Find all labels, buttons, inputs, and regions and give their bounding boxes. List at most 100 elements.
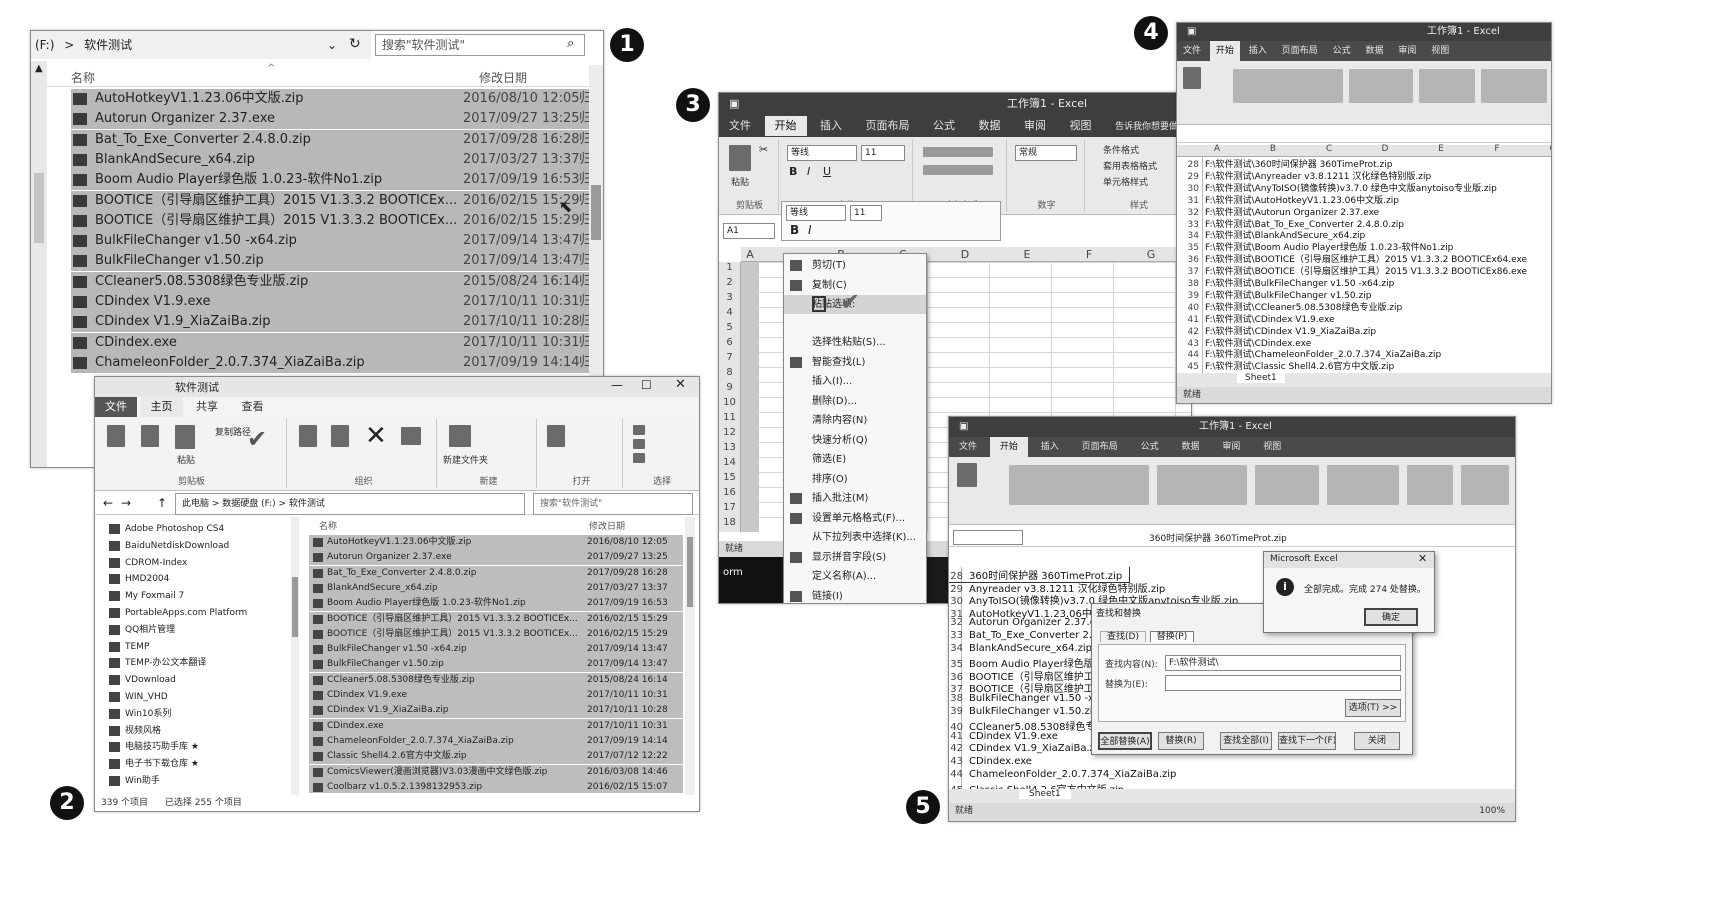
save-icon[interactable]: ▣ [959,421,968,432]
nav-scroll-thumb[interactable] [34,173,44,243]
file-row[interactable]: ChameleonFolder_2.0.7.374_XiaZaiBa.zip 20… [309,733,683,749]
file-row[interactable]: CDindex V1.9_XiaZaiBa.zip 2017/10/11 10:2… [309,703,683,719]
file-row[interactable]: CDindex V1.9_XiaZaiBa.zip 2017/10/11 10:2… [71,312,591,333]
column-header[interactable]: F [1487,144,1507,154]
file-row[interactable]: BOOTICE（引导扇区维护工具）2015 V1.3.3.2 BOOTICEx.… [309,626,683,642]
tab-view[interactable]: 视图 [1425,41,1455,61]
row-header[interactable]: 17 [719,502,740,513]
row-header[interactable]: 3 [719,292,740,303]
column-header[interactable]: D [1375,144,1395,154]
context-menu-item[interactable]: 定义名称(A)... [784,567,926,586]
row-header[interactable]: 7 [719,352,740,363]
file-row[interactable]: ComicsViewer(漫画浏览器)V3.03漫画中文绿色版.zip 2016/… [309,764,683,780]
row-header[interactable]: 13 [719,442,740,453]
file-row[interactable]: CDindex.exe 2017/10/11 10:31 [309,718,683,734]
cell-area[interactable]: 28 F:\软件测试\360时间保护器 360TimeProt.zip 29 F:\软… [1177,157,1543,373]
font-controls[interactable] [1233,69,1343,103]
options-button[interactable]: 选项(T) >> [1345,699,1401,717]
nav-item[interactable]: TEMP [95,639,295,655]
column-header[interactable]: A [1207,144,1227,154]
row-header[interactable]: 5 [719,322,740,333]
paste-label[interactable]: 粘贴 [177,453,195,466]
chevron-down-icon[interactable]: ⌄ [327,38,337,52]
tab-file[interactable]: 文件 [949,437,987,457]
file-row[interactable]: BOOTICE（引导扇区维护工具）2015 V1.3.3.2 BOOTICEx.… [309,611,683,627]
nav-item[interactable]: BaiduNetdiskDownload [95,538,295,554]
tab-formulas[interactable]: 公式 [1327,41,1357,61]
selected-column[interactable] [741,262,759,532]
row-header[interactable]: 14 [719,457,740,468]
file-row[interactable]: BlankAndSecure_x64.zip 2017/03/27 13:37 归 [71,149,591,170]
context-menu-item[interactable]: 剪切(T) [784,256,926,275]
tab-home[interactable]: 开始 [764,116,807,136]
context-menu-item[interactable]: 选择性粘贴(S)... [784,333,926,352]
tab-replace[interactable]: 替换(P) [1149,631,1195,642]
nav-item[interactable]: 视频风格 [95,723,295,739]
select-all-icon[interactable] [633,425,645,435]
file-row[interactable]: Bat_To_Exe_Converter 2.4.8.0.zip 2017/09/… [71,129,591,150]
path-drive[interactable]: (F:) [35,38,54,52]
paste-icon[interactable] [1183,67,1201,89]
save-icon[interactable]: ▣ [1187,26,1196,37]
mini-bold-icon[interactable]: B [790,223,799,237]
file-row[interactable]: Classic Shell4.2.6官方中文版.zip 2017/07/12 12… [309,749,683,765]
file-row[interactable]: Coolbarz v1.0.5.2.1398132953.zip 2016/02/… [309,779,683,793]
column-header[interactable]: G [1131,248,1171,261]
cell-row[interactable]: 43 CDindex.exe [949,756,1505,767]
sheet-tab[interactable]: Sheet1 [1019,789,1071,799]
nav-item[interactable]: WIN_VHD [95,689,295,705]
tab-home[interactable]: 开始 [989,437,1028,457]
file-row[interactable]: BulkFileChanger v1.50.zip 2017/09/14 13:4… [71,251,591,272]
copy-to-icon[interactable] [331,425,349,447]
nav-item[interactable]: VDownload [95,672,295,688]
col-name-header[interactable]: 名称 [319,519,337,532]
col-date-header[interactable]: 修改日期 [479,69,527,86]
replace-input[interactable] [1165,675,1401,691]
ok-button[interactable]: 确定 [1364,608,1418,626]
nav-scrollbar[interactable] [31,61,47,467]
maximize-icon[interactable]: ☐ [641,378,652,392]
cell-row[interactable]: 45 F:\软件测试\Classic Shell4.2.6官方中文版.zip [1177,359,1543,372]
file-row[interactable]: CDindex V1.9.exe 2017/10/11 10:31 [309,688,683,703]
bold-icon[interactable]: B [789,165,797,178]
row-header[interactable]: 11 [719,412,740,423]
file-scroll-thumb[interactable] [591,185,601,240]
file-row[interactable]: BulkFileChanger v1.50 -x64.zip 2017/09/14… [309,642,683,658]
mini-font-name[interactable]: 等线 [786,205,846,221]
tab-formulas[interactable]: 公式 [923,116,965,136]
find-next-button[interactable]: 查找下一个(F) [1278,732,1336,750]
file-row[interactable]: CCleaner5.08.5308绿色专业版.zip 2015/08/24 16:… [71,271,591,292]
tab-review[interactable]: 审阅 [1212,437,1250,457]
back-icon[interactable]: ← [103,496,113,510]
file-row[interactable]: BOOTICE（引导扇区维护工具）2015 V1.3.3.2 BOOTICEx.… [71,210,591,231]
nav-item[interactable]: PortableApps.com Platform [95,605,295,621]
paste-icon[interactable] [957,463,977,487]
tab-home[interactable]: 主页 [140,397,183,417]
alignment-controls[interactable] [1157,465,1247,505]
new-folder-label[interactable]: 新建文件夹 [443,453,488,466]
delete-icon[interactable]: ✕ [365,421,387,451]
col-date-header[interactable]: 修改日期 [589,519,625,532]
nav-item[interactable]: CDROM-Index [95,555,295,571]
invert-selection-icon[interactable] [633,453,645,463]
nav-item[interactable]: Win10系列 [95,706,295,722]
row-header[interactable]: 16 [719,487,740,498]
file-row[interactable]: BOOTICE（引导扇区维护工具）2015 V1.3.3.2 BOOTICEx.… [71,190,591,211]
file-row[interactable]: Boom Audio Player绿色版 1.0.23-软件No1.zip 201… [309,596,683,612]
editing-controls[interactable] [1461,465,1509,505]
tab-formulas[interactable]: 公式 [1131,437,1169,457]
up-icon[interactable]: ↑ [157,496,167,510]
nav-scrollbar[interactable] [291,517,299,795]
cells-controls[interactable] [1407,465,1453,505]
move-to-icon[interactable] [299,425,317,447]
properties-icon[interactable] [547,425,565,447]
address-bar[interactable]: (F:) > 软件测试 [31,31,371,59]
file-row[interactable]: CDindex.exe 2017/10/11 10:31 归 [71,332,591,353]
tab-review[interactable]: 审阅 [1392,41,1422,61]
number-controls[interactable] [1255,465,1319,505]
file-row[interactable]: Boom Audio Player绿色版 1.0.23-软件No1.zip 201… [71,170,591,191]
nav-item[interactable]: 电子书下载仓库 ★ [95,756,295,772]
context-menu-item[interactable]: 设置单元格格式(F)... [784,509,926,528]
context-menu-item[interactable]: 显示拼音字段(S) [784,548,926,567]
styles-controls[interactable] [1327,465,1399,505]
